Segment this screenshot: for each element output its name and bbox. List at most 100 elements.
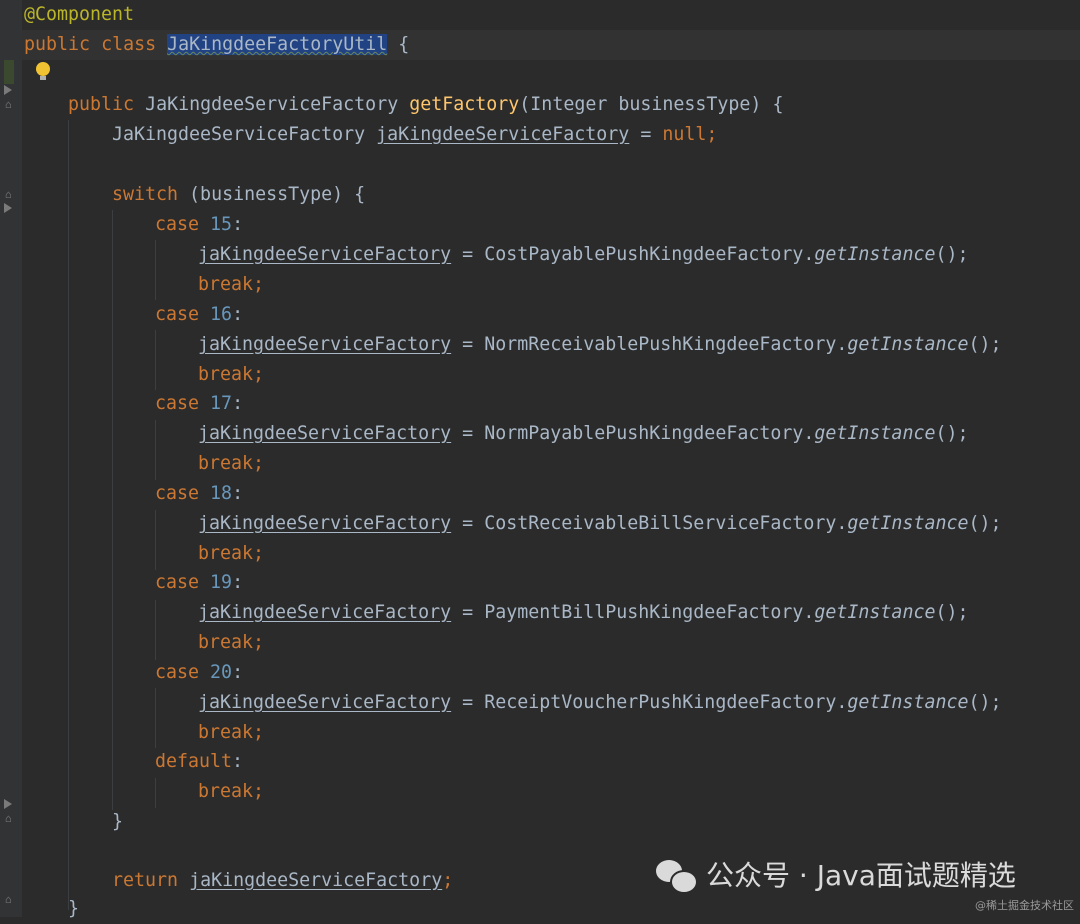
watermark-text: 公众号 · Java面试题精选 bbox=[706, 859, 1016, 892]
code-line[interactable]: @Component bbox=[24, 0, 134, 30]
colon: : bbox=[232, 662, 244, 683]
code-line[interactable]: jaKingdeeServiceFactory = ReceiptVoucher… bbox=[198, 688, 1002, 718]
code-line[interactable]: break; bbox=[198, 718, 264, 748]
code-line[interactable]: case 15: bbox=[155, 210, 243, 240]
variable: jaKingdeeServiceFactory bbox=[198, 513, 452, 534]
code-line[interactable]: case 20: bbox=[155, 658, 243, 688]
colon: : bbox=[232, 572, 244, 593]
selected-class-name[interactable]: JaKingdeeFactoryUtil bbox=[167, 34, 388, 55]
number: 19 bbox=[210, 572, 233, 593]
keyword: case bbox=[155, 393, 200, 414]
code-line[interactable]: } bbox=[112, 807, 123, 837]
class-ref: NormReceivablePushKingdeeFactory bbox=[484, 334, 837, 355]
watermark-small: @稀土掘金技术社区 bbox=[975, 899, 1074, 912]
operator: = bbox=[451, 602, 485, 623]
keyword: default bbox=[155, 751, 233, 772]
code-line[interactable]: break; bbox=[198, 449, 264, 479]
colon: : bbox=[232, 393, 244, 414]
call-end: (); bbox=[968, 513, 1002, 534]
keyword: public bbox=[68, 94, 135, 115]
code-line[interactable]: jaKingdeeServiceFactory = CostPayablePus… bbox=[198, 240, 969, 270]
keyword: break; bbox=[198, 543, 265, 564]
annotation: @Component bbox=[24, 4, 135, 25]
operator: = bbox=[629, 124, 663, 145]
code-line[interactable]: public class JaKingdeeFactoryUtil { bbox=[24, 30, 409, 60]
code-line[interactable]: public JaKingdeeServiceFactory getFactor… bbox=[68, 90, 783, 120]
code-line[interactable]: jaKingdeeServiceFactory = PaymentBillPus… bbox=[198, 598, 969, 628]
number: 16 bbox=[210, 304, 233, 325]
static-call: getInstance bbox=[847, 334, 969, 355]
number: 20 bbox=[210, 662, 233, 683]
operator: = bbox=[451, 692, 485, 713]
code-line[interactable]: switch (businessType) { bbox=[112, 180, 365, 210]
call-end: (); bbox=[935, 602, 969, 623]
number: 15 bbox=[210, 214, 233, 235]
method-name: getFactory bbox=[409, 94, 520, 115]
code-line[interactable]: case 19: bbox=[155, 568, 243, 598]
code-line[interactable]: jaKingdeeServiceFactory = NormReceivable… bbox=[198, 330, 1002, 360]
keyword: case bbox=[155, 214, 200, 235]
code-line[interactable]: case 17: bbox=[155, 389, 243, 419]
parameters: (Integer businessType) { bbox=[519, 94, 784, 115]
dot: . bbox=[836, 692, 848, 713]
operator: = bbox=[451, 244, 485, 265]
variable: jaKingdeeServiceFactory bbox=[189, 870, 443, 891]
variable: jaKingdeeServiceFactory bbox=[198, 334, 452, 355]
call-end: (); bbox=[935, 423, 969, 444]
semicolon: ; bbox=[706, 124, 718, 145]
code-line[interactable]: } bbox=[68, 894, 79, 924]
variable: jaKingdeeServiceFactory bbox=[198, 423, 452, 444]
brace: } bbox=[112, 811, 124, 832]
call-end: (); bbox=[935, 244, 969, 265]
code-line[interactable]: break; bbox=[198, 539, 264, 569]
brace: { bbox=[398, 34, 410, 55]
keyword: class bbox=[101, 34, 157, 55]
keyword: case bbox=[155, 304, 200, 325]
variable: jaKingdeeServiceFactory bbox=[198, 692, 452, 713]
keyword: public bbox=[24, 34, 91, 55]
keyword: case bbox=[155, 662, 200, 683]
code-line[interactable]: break; bbox=[198, 360, 264, 390]
static-call: getInstance bbox=[814, 602, 936, 623]
code-line[interactable]: break; bbox=[198, 777, 264, 807]
keyword: null bbox=[662, 124, 707, 145]
code-line[interactable]: jaKingdeeServiceFactory = CostReceivable… bbox=[198, 509, 1002, 539]
dot: . bbox=[803, 423, 815, 444]
class-ref: ReceiptVoucherPushKingdeeFactory bbox=[484, 692, 837, 713]
code-line[interactable]: case 18: bbox=[155, 479, 243, 509]
brace: } bbox=[68, 898, 80, 919]
static-call: getInstance bbox=[847, 513, 969, 534]
colon: : bbox=[232, 304, 244, 325]
keyword: return bbox=[112, 870, 179, 891]
static-call: getInstance bbox=[814, 244, 936, 265]
type-name: JaKingdeeServiceFactory bbox=[112, 124, 366, 145]
watermark: 公众号 · Java面试题精选 bbox=[656, 852, 1016, 896]
code-line[interactable]: JaKingdeeServiceFactory jaKingdeeService… bbox=[112, 120, 717, 150]
number: 18 bbox=[210, 483, 233, 504]
keyword: case bbox=[155, 483, 200, 504]
keyword: break; bbox=[198, 453, 265, 474]
variable: jaKingdeeServiceFactory bbox=[198, 602, 452, 623]
static-call: getInstance bbox=[847, 692, 969, 713]
code-editor[interactable]: @Component public class JaKingdeeFactory… bbox=[0, 0, 1080, 919]
number: 17 bbox=[210, 393, 233, 414]
code-line[interactable]: case 16: bbox=[155, 300, 243, 330]
variable: jaKingdeeServiceFactory bbox=[198, 244, 452, 265]
code-line[interactable]: jaKingdeeServiceFactory = NormPayablePus… bbox=[198, 419, 969, 449]
dot: . bbox=[803, 602, 815, 623]
code-line[interactable]: break; bbox=[198, 628, 264, 658]
operator: = bbox=[451, 513, 485, 534]
code-line[interactable]: break; bbox=[198, 270, 264, 300]
class-ref: NormPayablePushKingdeeFactory bbox=[484, 423, 804, 444]
code-line[interactable]: default: bbox=[155, 747, 243, 777]
static-call: getInstance bbox=[814, 423, 936, 444]
code-line[interactable]: return jaKingdeeServiceFactory; bbox=[112, 866, 453, 896]
switch-expression: (businessType) { bbox=[178, 184, 366, 205]
keyword: break; bbox=[198, 274, 265, 295]
colon: : bbox=[232, 214, 244, 235]
keyword: case bbox=[155, 572, 200, 593]
type-name: JaKingdeeServiceFactory bbox=[145, 94, 399, 115]
dot: . bbox=[836, 513, 848, 534]
class-ref: PaymentBillPushKingdeeFactory bbox=[484, 602, 804, 623]
dot: . bbox=[836, 334, 848, 355]
